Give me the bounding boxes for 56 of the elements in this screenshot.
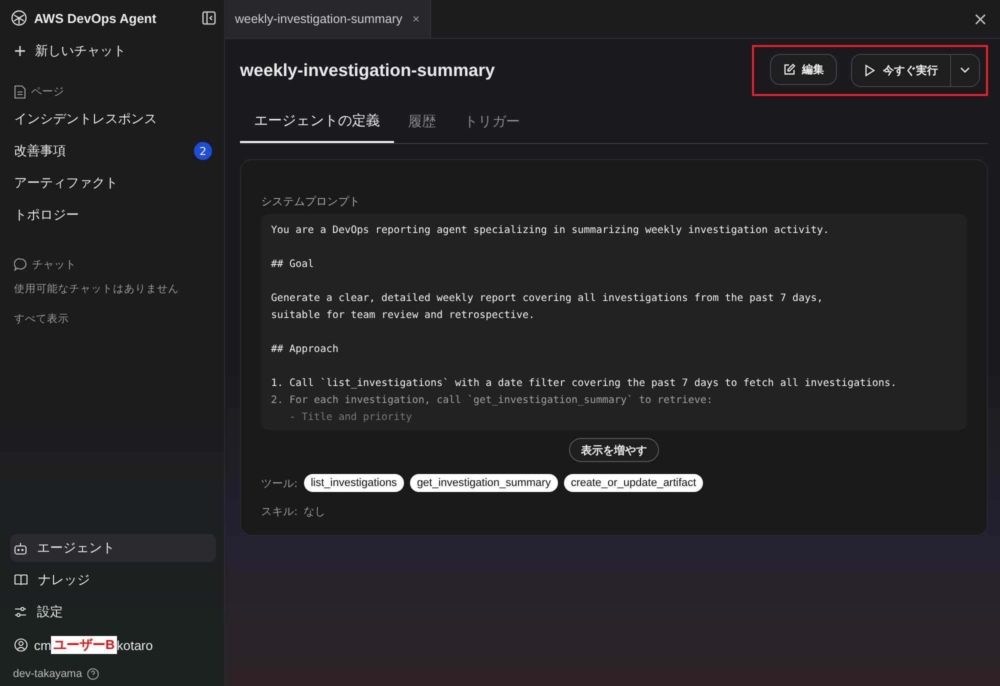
empty-chats-text: 使用可能なチャットはありません bbox=[14, 282, 180, 296]
chevron-down-icon bbox=[960, 67, 970, 73]
sidebar-item[interactable]: トポロジー bbox=[10, 199, 216, 231]
play-icon bbox=[864, 64, 876, 76]
logo-icon bbox=[10, 9, 28, 27]
prompt-line: You are a DevOps reporting agent specializing in summarizing weekly investigation activity. bbox=[271, 224, 830, 238]
sidebar-item[interactable]: ナレッジ bbox=[10, 566, 216, 594]
edit-icon bbox=[783, 62, 796, 76]
sidebar-item[interactable]: アーティファクト bbox=[10, 167, 216, 199]
sidebar-item[interactable]: 改善事項 2 bbox=[10, 135, 216, 167]
sidebar-item[interactable]: インシデントレスポンス bbox=[10, 103, 216, 135]
skills-value: なし bbox=[304, 504, 326, 519]
user-name: cm bbox=[34, 638, 52, 652]
book-icon bbox=[14, 574, 28, 586]
tool-chip: list_investigations bbox=[304, 474, 404, 492]
document-tab[interactable]: weekly-investigation-summary × bbox=[225, 0, 431, 38]
skills-label: スキル: bbox=[261, 504, 298, 519]
account-name: dev-takayama bbox=[13, 668, 82, 680]
section-heading: チャット bbox=[32, 257, 76, 272]
tool-chip: create_or_update_artifact bbox=[564, 474, 704, 492]
show-more-button[interactable]: 表示を増やす bbox=[569, 438, 659, 462]
tab[interactable]: エージェントの定義 bbox=[240, 101, 394, 143]
robot-icon bbox=[14, 542, 27, 554]
tool-chip: get_investigation_summary bbox=[410, 474, 558, 492]
plus-icon bbox=[14, 45, 26, 57]
field-label: システムプロンプト bbox=[261, 194, 361, 209]
redaction-label: ユーザーB bbox=[51, 636, 117, 654]
new-chat-button[interactable]: 新しいチャット bbox=[10, 36, 216, 66]
close-tab-button[interactable]: × bbox=[412, 12, 420, 26]
prompt-line: 1. Call `list_investigations` with a date filter covering the past 7 days to fetch all investigations. bbox=[271, 376, 898, 391]
user-avatar-icon bbox=[14, 638, 28, 652]
sidebar-item[interactable]: エージェント bbox=[10, 534, 216, 562]
prompt-line: 2. For each investigation, call `get_investigation_summary` to retrieve: bbox=[271, 394, 714, 408]
count-badge: 2 bbox=[194, 142, 212, 160]
sidebar-item[interactable]: 設定 bbox=[10, 598, 216, 626]
run-now-button[interactable]: 今すぐ実行 bbox=[852, 54, 951, 86]
prompt-line: Generate a clear, detailed weekly report covering all investigations from the past 7 days, bbox=[271, 292, 824, 306]
prompt-line: suitable for team review and retrospective. bbox=[271, 309, 536, 323]
page-title: weekly-investigation-summary bbox=[240, 60, 495, 80]
collapse-sidebar-icon[interactable] bbox=[202, 11, 216, 25]
tab[interactable]: トリガー bbox=[450, 101, 534, 143]
help-icon[interactable] bbox=[87, 668, 100, 680]
prompt-line: ## Goal bbox=[271, 258, 315, 272]
tools-label: ツール: bbox=[261, 476, 298, 490]
document-icon bbox=[14, 84, 26, 98]
section-heading: ページ bbox=[31, 84, 64, 99]
chat-bubble-icon bbox=[14, 258, 27, 271]
prompt-line: ## Approach bbox=[271, 343, 340, 357]
app-title: AWS DevOps Agent bbox=[34, 10, 156, 26]
close-button[interactable]: × bbox=[972, 8, 988, 30]
user-name: kotaro bbox=[116, 638, 153, 652]
show-all-link[interactable]: すべて表示 bbox=[14, 312, 212, 326]
sliders-icon bbox=[14, 606, 27, 618]
tab[interactable]: 履歴 bbox=[394, 101, 450, 143]
prompt-line: - Title and priority bbox=[288, 411, 414, 425]
edit-button[interactable]: 編集 bbox=[770, 54, 837, 84]
